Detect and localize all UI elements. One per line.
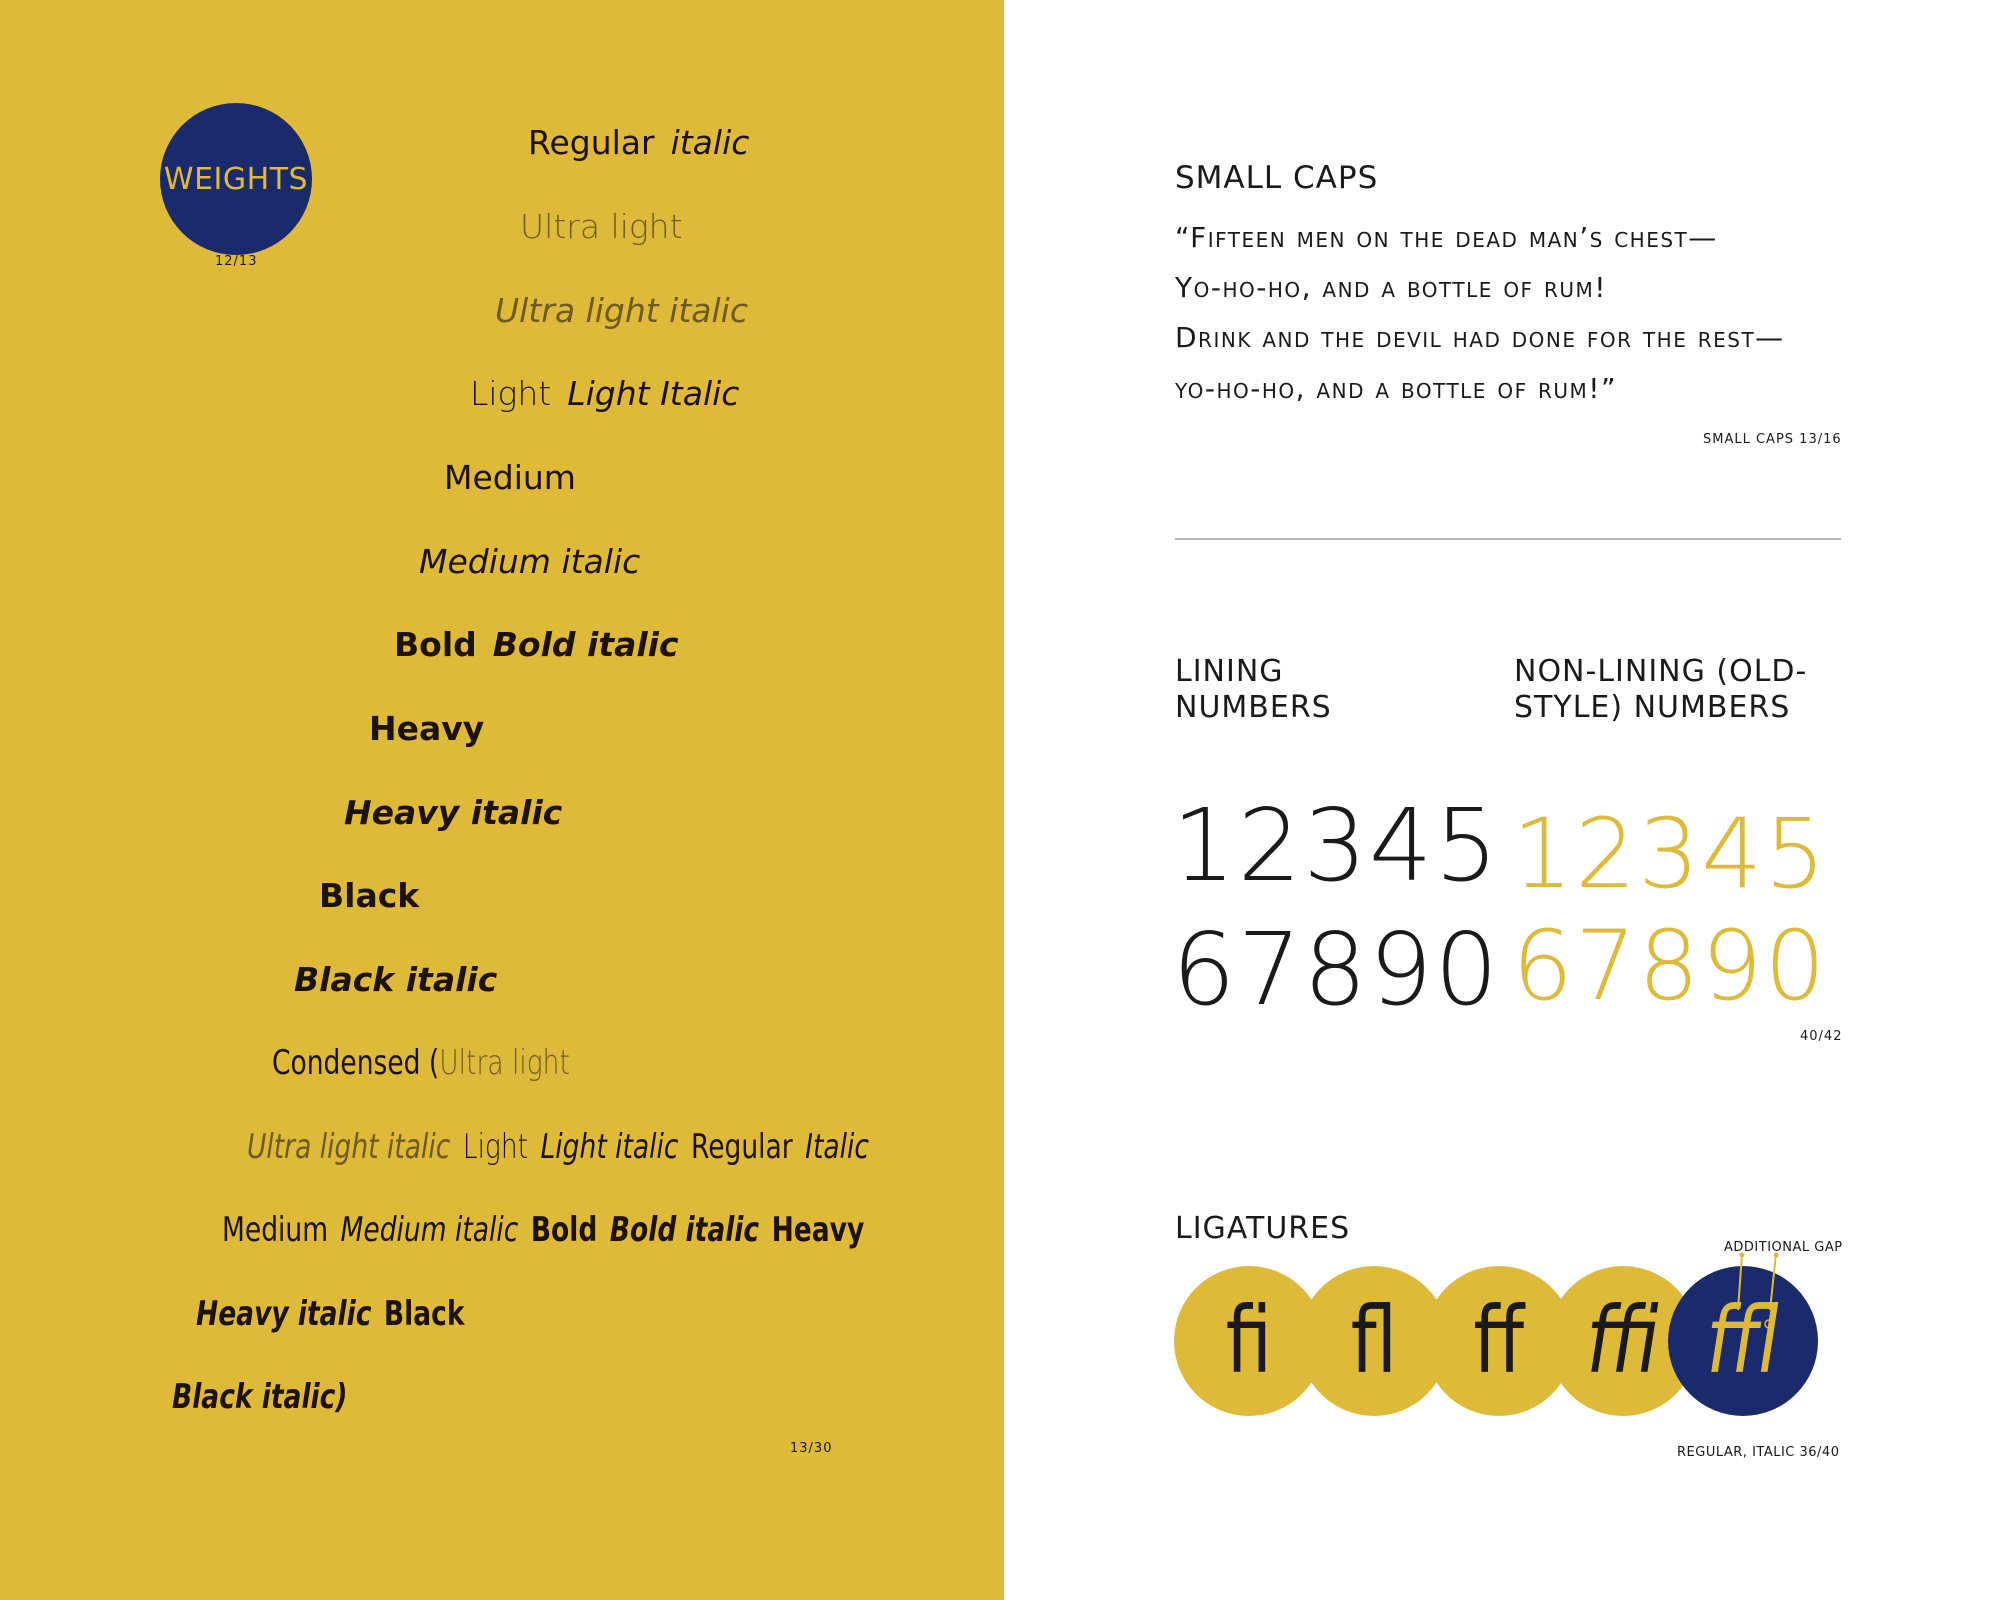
condensed-regular: Condensed (: [272, 1043, 440, 1083]
ligature-ffi: ffi: [1586, 1287, 1660, 1394]
small-caps-title: SMALL CAPS: [1175, 160, 1379, 196]
gap-pointer-line-2: [1769, 1253, 1777, 1311]
condensed-ultra-light-italic: Ultra light italic: [247, 1127, 451, 1167]
small-caps-line-4: yo-ho-ho, and a bottle of rum!”: [1175, 372, 1618, 405]
weight-black: Black: [319, 876, 420, 915]
weight-medium: Medium: [444, 458, 576, 497]
condensed-line-3: Medium Medium italic Bold Bold italic Heavy: [222, 1213, 864, 1247]
condensed-heavy: Heavy: [771, 1210, 865, 1250]
weight-italic: italic: [670, 123, 750, 162]
condensed-black: Black: [383, 1294, 465, 1334]
condensed-bold-italic: Bold italic: [609, 1210, 760, 1250]
ligatures-caption: REGULAR, ITALIC 36/40: [1677, 1445, 1840, 1460]
small-caps-line-1: “Fifteen men on the dead man’s chest—: [1175, 221, 1718, 254]
left-page-footer: 13/30: [790, 1441, 833, 1456]
weight-line-regular: Regular italic: [528, 126, 749, 159]
condensed-light: Light: [462, 1127, 529, 1167]
numbers-caption: 40/42: [1800, 1029, 1843, 1044]
ligature-fl: fl: [1350, 1287, 1398, 1394]
weights-badge: WEIGHTS: [160, 103, 312, 255]
small-caps-caption: SMALL CAPS 13/16: [1703, 432, 1842, 447]
condensed-bold: Bold: [530, 1210, 598, 1250]
weights-badge-caption: 12/13: [215, 254, 258, 269]
lining-numbers-row-2: 67890: [1172, 911, 1501, 1028]
condensed-medium: Medium: [222, 1210, 329, 1250]
gap-pointer-dot-2: [1773, 1252, 1779, 1258]
oldstyle-heading-line-1: NON-LINING (OLD-: [1514, 654, 1808, 689]
ligature-fi: fi: [1225, 1287, 1273, 1394]
oldstyle-numbers-heading: NON-LINING (OLD- STYLE) NUMBERS: [1514, 654, 1807, 726]
weight-bold: Bold: [394, 625, 477, 664]
left-page-panel: WEIGHTS 12/13 Regular italic Ultra light …: [0, 0, 1004, 1600]
condensed-italic: Italic: [805, 1127, 869, 1167]
oldstyle-numbers-row-2: 67890: [1512, 910, 1828, 1022]
weight-light: Light: [470, 374, 552, 413]
condensed-heavy-italic: Heavy italic: [196, 1294, 372, 1334]
weight-heavy: Heavy: [369, 709, 485, 748]
small-caps-line-3: Drink and the devil had done for the res…: [1175, 321, 1785, 354]
weight-regular: Regular: [528, 123, 655, 162]
lining-heading-line-2: NUMBERS: [1175, 690, 1332, 725]
condensed-medium-italic: Medium italic: [340, 1210, 519, 1250]
lining-numbers-row-1: 12345: [1172, 787, 1501, 904]
condensed-regular-2: Regular: [690, 1127, 793, 1167]
weight-ultra-light-italic: Ultra light italic: [495, 291, 748, 330]
lining-numbers-heading: LINING NUMBERS: [1175, 654, 1332, 726]
gap-pointer-line-1: [1737, 1253, 1743, 1311]
weights-badge-label: WEIGHTS: [163, 161, 309, 197]
weight-medium-italic: Medium italic: [419, 542, 641, 581]
oldstyle-heading-line-2: STYLE) NUMBERS: [1514, 690, 1791, 725]
condensed-line-4: Heavy italic Black: [196, 1297, 464, 1331]
ligatures-title: LIGATURES: [1175, 1211, 1351, 1246]
ligature-ff: ff: [1473, 1287, 1525, 1394]
condensed-light-italic: Light italic: [540, 1127, 679, 1167]
condensed-line-2: Ultra light italic Light Light italic Regul…: [247, 1130, 869, 1164]
weight-black-italic: Black italic: [294, 960, 498, 999]
condensed-black-italic: Black italic): [172, 1377, 348, 1417]
oldstyle-numbers-row-1: 12345: [1512, 798, 1828, 910]
weight-line-light: Light Light Italic: [470, 377, 739, 410]
condensed-line-1: Condensed (Ultra light: [272, 1046, 570, 1080]
gap-pointer-dot-1: [1739, 1252, 1745, 1258]
weight-ultra-light: Ultra light: [520, 207, 683, 246]
weight-light-italic: Light Italic: [567, 374, 740, 413]
lining-heading-line-1: LINING: [1175, 654, 1284, 689]
gap-pointer-ring: [1764, 1319, 1774, 1329]
section-divider: [1175, 538, 1841, 540]
weight-line-bold: Bold Bold italic: [394, 628, 679, 661]
additional-gap-pointer: [1737, 1252, 1779, 1329]
condensed-ultra-light: Ultra light: [439, 1043, 570, 1083]
small-caps-line-2: Yo-ho-ho, and a bottle of rum!: [1175, 271, 1607, 304]
weight-bold-italic: Bold italic: [492, 625, 679, 664]
weight-heavy-italic: Heavy italic: [344, 793, 563, 832]
